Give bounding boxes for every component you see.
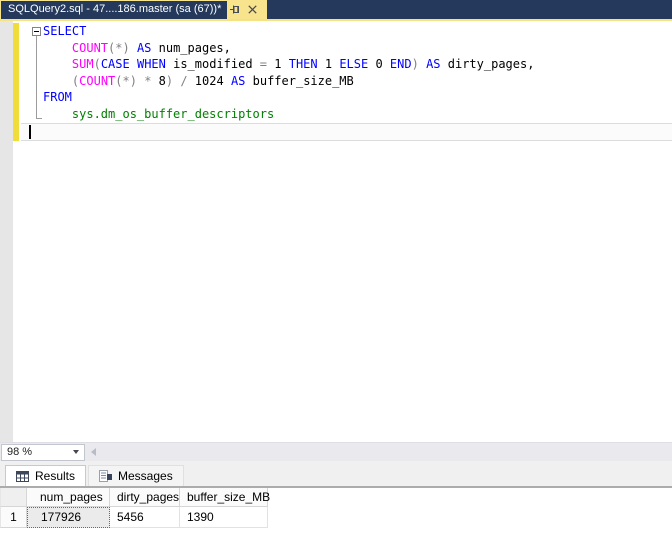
results-pane-tab-strip: Results Messages xyxy=(0,461,672,486)
tab-messages[interactable]: Messages xyxy=(88,465,184,486)
selected-grid-cell[interactable]: 177926 xyxy=(27,507,110,528)
messages-icon xyxy=(99,470,112,482)
code-line[interactable]: SELECT xyxy=(43,23,534,40)
code-line[interactable] xyxy=(43,122,534,139)
scroll-left-icon[interactable] xyxy=(91,448,96,456)
horizontal-scrollbar[interactable] xyxy=(85,443,672,461)
code-area[interactable]: SELECT COUNT(*) AS num_pages, SUM(CASE W… xyxy=(43,23,534,139)
grid-cell[interactable]: 1390 xyxy=(180,507,268,528)
grid-cell[interactable]: 5456 xyxy=(110,507,180,528)
pin-icon[interactable] xyxy=(230,4,241,15)
zoom-value: 98 % xyxy=(7,446,32,458)
code-line[interactable]: sys.dm_os_buffer_descriptors xyxy=(43,106,534,123)
row-header[interactable]: 1 xyxy=(0,507,27,528)
close-icon[interactable] xyxy=(248,5,257,14)
tab-results-label: Results xyxy=(35,469,75,483)
zoom-dropdown[interactable]: 98 % xyxy=(1,444,85,461)
sql-editor[interactable]: SELECT COUNT(*) AS num_pages, SUM(CASE W… xyxy=(0,21,672,442)
code-line[interactable]: (COUNT(*) * 8) / 1024 AS buffer_size_MB xyxy=(43,73,534,90)
fold-collapse-icon[interactable] xyxy=(32,27,41,36)
text-cursor xyxy=(29,125,31,139)
change-tracking-bar xyxy=(13,23,19,141)
document-tab[interactable]: SQLQuery2.sql - 47....186.master (sa (67… xyxy=(0,0,267,19)
tab-results[interactable]: Results xyxy=(5,465,86,486)
document-tab-title: SQLQuery2.sql - 47....186.master (sa (67… xyxy=(1,1,227,19)
editor-gutter[interactable] xyxy=(0,21,13,442)
results-grid: num_pagesdirty_pagesbuffer_size_MB 11779… xyxy=(0,488,672,528)
fold-guide-line xyxy=(36,36,42,119)
editor-bottom-bar: 98 % xyxy=(0,442,672,461)
results-grid-icon xyxy=(16,471,29,482)
column-header-dirty_pages[interactable]: dirty_pages xyxy=(110,488,180,507)
column-header-num_pages[interactable]: num_pages xyxy=(27,488,110,507)
code-line[interactable]: SUM(CASE WHEN is_modified = 1 THEN 1 ELS… xyxy=(43,56,534,73)
column-header-buffer_size_MB[interactable]: buffer_size_MB xyxy=(180,488,268,507)
code-line[interactable]: COUNT(*) AS num_pages, xyxy=(43,40,534,57)
grid-header-row: num_pagesdirty_pagesbuffer_size_MB xyxy=(0,488,672,507)
chevron-down-icon xyxy=(73,450,79,454)
code-line[interactable]: FROM xyxy=(43,89,534,106)
results-grid-panel: num_pagesdirty_pagesbuffer_size_MB 11779… xyxy=(0,486,672,545)
tab-buttons xyxy=(227,0,264,19)
grid-body: 117792654561390 xyxy=(0,507,672,528)
tab-messages-label: Messages xyxy=(118,469,173,483)
grid-corner-cell[interactable] xyxy=(0,488,27,507)
grid-row: 117792654561390 xyxy=(0,507,672,528)
ssms-window: SQLQuery2.sql - 47....186.master (sa (67… xyxy=(0,0,672,545)
document-tab-strip: SQLQuery2.sql - 47....186.master (sa (67… xyxy=(0,0,672,19)
